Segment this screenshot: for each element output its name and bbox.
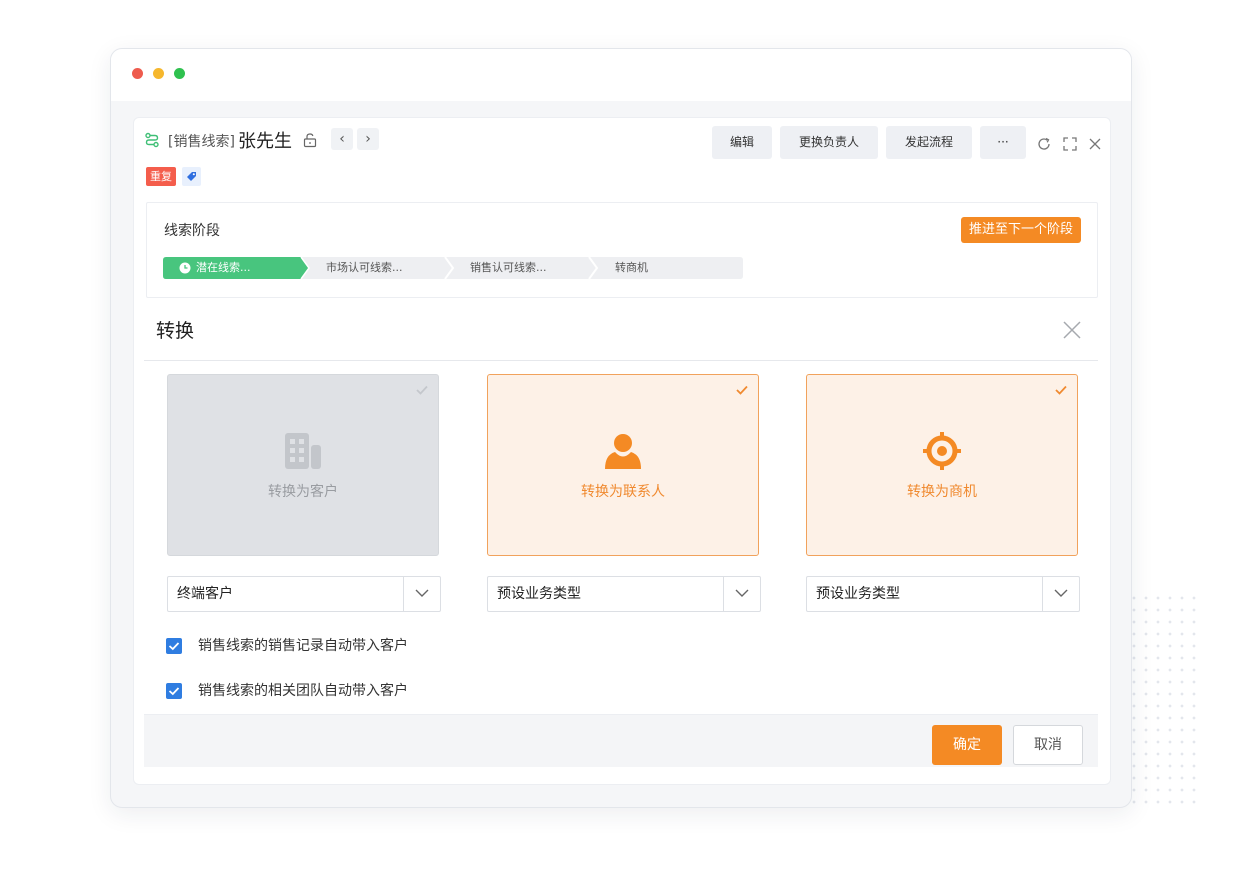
change-owner-button[interactable]: 更换负责人 bbox=[780, 126, 878, 159]
more-actions-button[interactable]: ··· bbox=[980, 126, 1026, 159]
checkbox-label: 销售线索的销售记录自动带入客户 bbox=[198, 638, 408, 654]
tag-icon[interactable] bbox=[182, 167, 201, 186]
stage-step-1[interactable]: 市场认可线索... bbox=[326, 257, 403, 279]
check-icon bbox=[168, 687, 180, 696]
card-label: 转换为商机 bbox=[907, 484, 977, 500]
app-window: [销售线索] 张先生 ‹ › 重复 编辑 更换负责人 发起流程 ··· 线索阶段… bbox=[110, 48, 1132, 808]
target-icon bbox=[923, 432, 961, 470]
convert-to-opportunity-card[interactable]: 转换为商机 bbox=[806, 374, 1078, 556]
card-label: 转换为客户 bbox=[268, 484, 338, 500]
check-icon bbox=[1055, 385, 1067, 395]
fullscreen-icon[interactable] bbox=[1062, 136, 1078, 152]
close-window-dot[interactable] bbox=[132, 68, 143, 79]
window-titlebar bbox=[111, 49, 1131, 101]
select-value: 终端客户 bbox=[177, 586, 233, 602]
check-icon bbox=[736, 385, 748, 395]
edit-button[interactable]: 编辑 bbox=[712, 126, 772, 159]
stage-section-title: 线索阶段 bbox=[164, 223, 220, 239]
checkbox-label: 销售线索的相关团队自动带入客户 bbox=[198, 683, 408, 699]
confirm-button[interactable]: 确定 bbox=[932, 725, 1002, 765]
contact-business-type-select[interactable]: 预设业务类型 bbox=[487, 576, 761, 612]
opportunity-business-type-select[interactable]: 预设业务类型 bbox=[806, 576, 1080, 612]
maximize-window-dot[interactable] bbox=[174, 68, 185, 79]
chevron-down-icon bbox=[735, 589, 749, 597]
stage-step-0[interactable]: 潜在线索... bbox=[196, 257, 251, 279]
record-name: 张先生 bbox=[238, 131, 292, 152]
dropdown-toggle[interactable] bbox=[1042, 577, 1079, 611]
chevron-down-icon bbox=[415, 589, 429, 597]
chevron-left-icon: ‹ bbox=[339, 131, 345, 147]
chevron-right-icon: › bbox=[365, 131, 371, 147]
contact-icon bbox=[605, 434, 641, 469]
stage-step-2[interactable]: 销售认可线索... bbox=[470, 257, 547, 279]
unlock-icon[interactable] bbox=[302, 132, 318, 148]
decorative-dot-grid bbox=[1128, 592, 1204, 804]
dialog-divider bbox=[144, 360, 1098, 361]
checkbox-checked[interactable] bbox=[166, 683, 182, 699]
duplicate-tag: 重复 bbox=[146, 167, 176, 186]
start-flow-button[interactable]: 发起流程 bbox=[886, 126, 972, 159]
select-value: 预设业务类型 bbox=[497, 586, 581, 602]
checkbox-checked[interactable] bbox=[166, 638, 182, 654]
close-dialog-icon[interactable] bbox=[1062, 320, 1082, 340]
next-record-button[interactable]: › bbox=[357, 128, 379, 150]
cancel-button[interactable]: 取消 bbox=[1013, 725, 1083, 765]
stage-step-3[interactable]: 转商机 bbox=[615, 257, 648, 279]
check-icon bbox=[416, 385, 428, 395]
dropdown-toggle[interactable] bbox=[403, 577, 440, 611]
close-icon[interactable] bbox=[1087, 136, 1103, 152]
convert-dialog-title: 转换 bbox=[156, 320, 195, 342]
lead-record-icon bbox=[145, 132, 159, 148]
tag-glyph-icon bbox=[187, 172, 196, 181]
refresh-icon[interactable] bbox=[1036, 136, 1052, 152]
dialog-footer: 确定 取消 bbox=[144, 714, 1098, 767]
stage-progress-bar: 潜在线索... 市场认可线索... 销售认可线索... 转商机 bbox=[163, 257, 743, 279]
card-label: 转换为联系人 bbox=[581, 484, 665, 500]
advance-stage-button[interactable]: 推进至下一个阶段 bbox=[960, 217, 1081, 243]
building-icon bbox=[285, 433, 321, 469]
chevron-down-icon bbox=[1054, 589, 1068, 597]
previous-record-button[interactable]: ‹ bbox=[331, 128, 353, 150]
lead-detail-panel: [销售线索] 张先生 ‹ › 重复 编辑 更换负责人 发起流程 ··· 线索阶段… bbox=[133, 117, 1111, 785]
convert-to-contact-card[interactable]: 转换为联系人 bbox=[487, 374, 759, 556]
customer-type-select[interactable]: 终端客户 bbox=[167, 576, 441, 612]
select-value: 预设业务类型 bbox=[816, 586, 900, 602]
clock-icon bbox=[179, 262, 191, 274]
check-icon bbox=[168, 642, 180, 651]
dropdown-toggle[interactable] bbox=[723, 577, 760, 611]
record-type-label: [销售线索] bbox=[168, 134, 235, 150]
convert-to-customer-card[interactable]: 转换为客户 bbox=[167, 374, 439, 556]
minimize-window-dot[interactable] bbox=[153, 68, 164, 79]
lead-stage-section: 线索阶段 推进至下一个阶段 潜在线索... 市场认可线索... 销售认可线索..… bbox=[146, 202, 1098, 298]
